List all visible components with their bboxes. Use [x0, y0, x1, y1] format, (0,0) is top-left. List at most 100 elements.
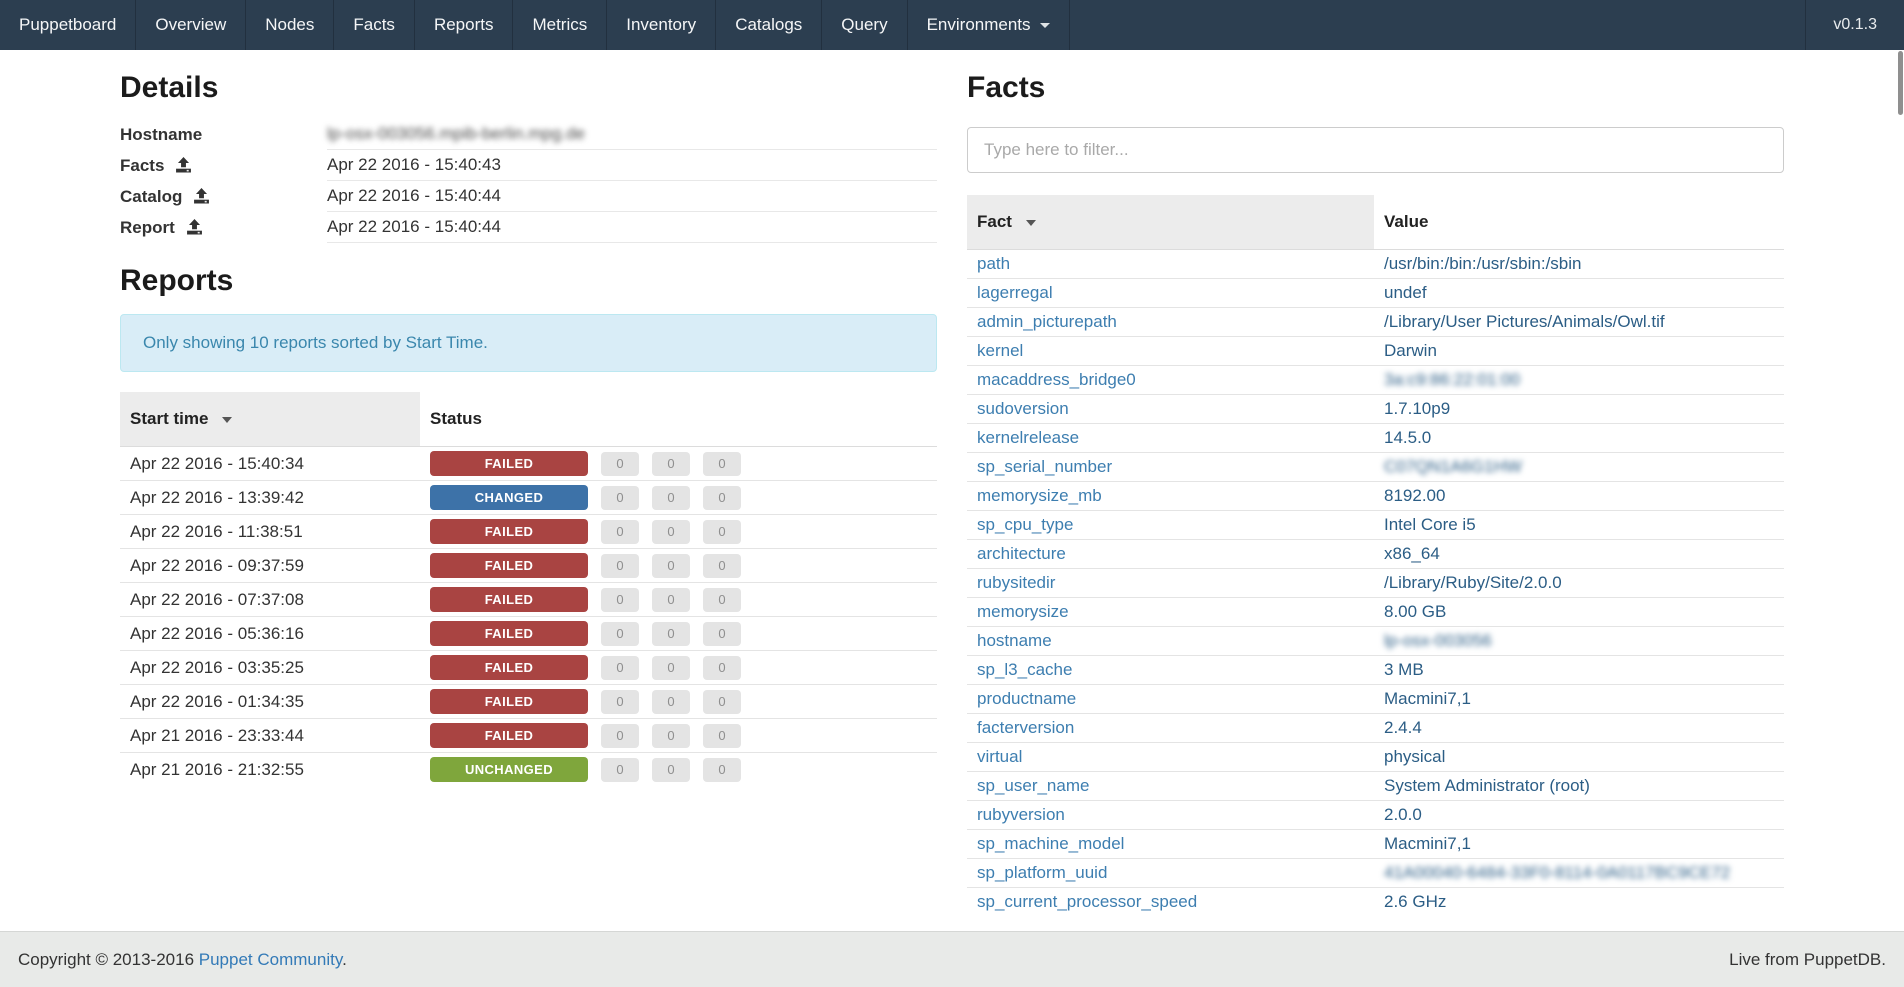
details-value: lp-osx-003056.mpib-berlin.mpg.de [327, 119, 937, 150]
fact-link[interactable]: kernelrelease [977, 428, 1079, 447]
report-status-cell: FAILED000 [420, 719, 937, 753]
fact-link[interactable]: virtual [977, 747, 1022, 766]
sort-desc-icon [222, 417, 232, 423]
count-badge: 0 [652, 520, 690, 544]
count-badge: 0 [703, 724, 741, 748]
report-status-cell: UNCHANGED000 [420, 753, 937, 787]
navbar-brand[interactable]: Puppetboard [0, 0, 136, 50]
scrollbar-thumb[interactable] [1898, 51, 1903, 115]
fact-link[interactable]: memorysize_mb [977, 486, 1102, 505]
report-start-time: Apr 22 2016 - 09:37:59 [120, 549, 420, 583]
report-start-time: Apr 22 2016 - 11:38:51 [120, 515, 420, 549]
fact-name-cell: path [967, 250, 1374, 279]
fact-link[interactable]: architecture [977, 544, 1066, 563]
reports-header-status-label: Status [430, 409, 482, 428]
fact-link[interactable]: hostname [977, 631, 1052, 650]
table-row: sp_platform_uuid 41A00040-6484-33F0-8114-… [967, 859, 1784, 888]
fact-name-cell: sp_current_processor_speed [967, 888, 1374, 917]
reports-header-start-time[interactable]: Start time [120, 392, 420, 447]
nav-item-facts[interactable]: Facts [334, 0, 415, 50]
fact-value-cell: /Library/Ruby/Site/2.0.0 [1374, 569, 1784, 598]
facts-header-value[interactable]: Value [1374, 195, 1784, 250]
table-row: Apr 22 2016 - 05:36:16FAILED000 [120, 617, 937, 651]
fact-value: C07QN1A6G1HW [1384, 457, 1522, 476]
fact-value: Macmini7,1 [1384, 689, 1471, 708]
fact-link[interactable]: facterversion [977, 718, 1074, 737]
report-start-time: Apr 21 2016 - 21:32:55 [120, 753, 420, 787]
table-row: facterversion2.4.4 [967, 714, 1784, 743]
fact-value: /usr/bin:/bin:/usr/sbin:/sbin [1384, 254, 1581, 273]
upload-icon [186, 219, 203, 236]
fact-value: 3a:c9:86:22:01:00 [1384, 370, 1520, 389]
fact-name-cell: sp_cpu_type [967, 511, 1374, 540]
status-badge: FAILED [430, 451, 588, 476]
report-status-cell: FAILED000 [420, 651, 937, 685]
count-badge: 0 [601, 690, 639, 714]
table-row: Apr 21 2016 - 23:33:44FAILED000 [120, 719, 937, 753]
details-label-text: Hostname [120, 125, 202, 145]
nav-item-metrics[interactable]: Metrics [513, 0, 607, 50]
count-badge: 0 [703, 588, 741, 612]
nav-item-nodes[interactable]: Nodes [246, 0, 334, 50]
fact-link[interactable]: productname [977, 689, 1076, 708]
details-row: ReportApr 22 2016 - 15:40:44 [120, 212, 937, 243]
details-label: Facts [120, 150, 327, 181]
details-title: Details [120, 71, 937, 105]
details-value: Apr 22 2016 - 15:40:43 [327, 150, 937, 181]
fact-link[interactable]: sp_cpu_type [977, 515, 1073, 534]
fact-link[interactable]: sudoversion [977, 399, 1069, 418]
fact-name-cell: hostname [967, 627, 1374, 656]
fact-link[interactable]: memorysize [977, 602, 1069, 621]
reports-title: Reports [120, 264, 937, 298]
facts-filter-input[interactable] [967, 127, 1784, 173]
details-row: FactsApr 22 2016 - 15:40:43 [120, 150, 937, 181]
details-label-text: Report [120, 218, 175, 238]
fact-value: Darwin [1384, 341, 1437, 360]
status-badge: CHANGED [430, 485, 588, 510]
puppet-community-link[interactable]: Puppet Community [199, 950, 342, 969]
fact-link[interactable]: lagerregal [977, 283, 1053, 302]
details-list: Hostname lp-osx-003056.mpib-berlin.mpg.de… [120, 119, 937, 243]
nav-item-reports[interactable]: Reports [415, 0, 514, 50]
table-row: rubyversion 2.0.0 [967, 801, 1784, 830]
fact-link[interactable]: sp_l3_cache [977, 660, 1072, 679]
nav-item-overview[interactable]: Overview [136, 0, 246, 50]
fact-link[interactable]: sp_current_processor_speed [977, 892, 1197, 911]
fact-value-cell: /usr/bin:/bin:/usr/sbin:/sbin [1374, 250, 1784, 279]
footer: Copyright © 2013-2016 Puppet Community. … [0, 931, 1904, 987]
fact-link[interactable]: rubysitedir [977, 573, 1055, 592]
fact-name-cell: productname [967, 685, 1374, 714]
table-row: Apr 22 2016 - 11:38:51FAILED000 [120, 515, 937, 549]
fact-link[interactable]: admin_picturepath [977, 312, 1117, 331]
count-badge: 0 [703, 690, 741, 714]
count-badge: 0 [601, 656, 639, 680]
count-badge: 0 [703, 452, 741, 476]
nav-item-inventory[interactable]: Inventory [607, 0, 716, 50]
fact-name-cell: rubyversion [967, 801, 1374, 830]
fact-value: lp-osx-003056 [1384, 631, 1492, 650]
nav-item-environments[interactable]: Environments [908, 0, 1070, 50]
count-badge: 0 [601, 588, 639, 612]
fact-link[interactable]: path [977, 254, 1010, 273]
fact-value: 1.7.10p9 [1384, 399, 1450, 418]
status-badge: UNCHANGED [430, 757, 588, 782]
status-badge: FAILED [430, 553, 588, 578]
count-badge: 0 [703, 554, 741, 578]
reports-header-status[interactable]: Status [420, 392, 937, 447]
fact-link[interactable]: macaddress_bridge0 [977, 370, 1136, 389]
facts-header-fact[interactable]: Fact [967, 195, 1374, 250]
fact-link[interactable]: sp_serial_number [977, 457, 1112, 476]
fact-link[interactable]: rubyversion [977, 805, 1065, 824]
fact-link[interactable]: sp_user_name [977, 776, 1089, 795]
fact-value: 41A00040-6484-33F0-8114-0A0117BC9CE72 [1384, 863, 1730, 882]
nav-item-catalogs[interactable]: Catalogs [716, 0, 822, 50]
details-column: Details Hostname lp-osx-003056.mpib-berli… [105, 50, 952, 786]
details-label: Report [120, 212, 327, 243]
fact-value-cell: lp-osx-003056 [1374, 627, 1784, 656]
fact-value: 8.00 GB [1384, 602, 1446, 621]
fact-value-cell: 2.0.0 [1374, 801, 1784, 830]
fact-link[interactable]: kernel [977, 341, 1023, 360]
fact-link[interactable]: sp_platform_uuid [977, 863, 1107, 882]
fact-link[interactable]: sp_machine_model [977, 834, 1124, 853]
nav-item-query[interactable]: Query [822, 0, 907, 50]
